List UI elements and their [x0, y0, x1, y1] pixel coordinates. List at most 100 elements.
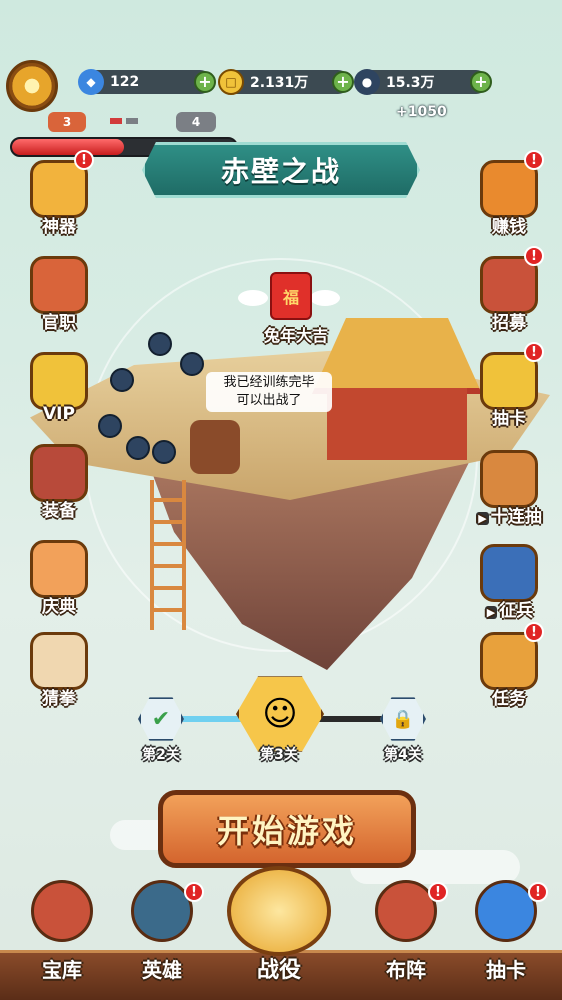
wing-right: [310, 290, 340, 306]
nav-tab-2[interactable]: 战役: [214, 866, 344, 1000]
settings-gear-icon[interactable]: [6, 60, 58, 112]
video-ad-icon: ▶: [476, 512, 489, 525]
event-red-envelope[interactable]: 福: [270, 272, 312, 320]
left-menu-label: 神器: [20, 212, 98, 237]
left-menu-text: 官职: [42, 313, 76, 333]
right-menu-label: 任务: [470, 684, 548, 709]
troops-value: 15.3万: [386, 75, 435, 91]
soldier-unit: [126, 436, 150, 460]
left-menu-item-2[interactable]: VIP: [20, 352, 98, 424]
wave-marker: [110, 118, 122, 124]
event-label[interactable]: 兔年大吉: [248, 322, 344, 346]
blue-gem-icon: ◆: [78, 69, 104, 95]
right-menu-text: 任务: [492, 689, 526, 709]
nav-tab-label: 宝库: [42, 958, 82, 982]
alert-badge: !: [528, 882, 548, 902]
right-menu-label: ▶ 十连抽: [470, 502, 548, 527]
left-menu-label: VIP: [20, 404, 98, 424]
left-menu-item-0[interactable]: 神器!: [20, 150, 98, 237]
right-menu-text: 抽卡: [492, 409, 526, 429]
right-menu-item-2[interactable]: 抽卡!: [470, 342, 548, 429]
left-menu-item-5[interactable]: 猜拳: [20, 632, 98, 709]
start-game-button[interactable]: 开始游戏: [158, 790, 416, 868]
nav-tab-3[interactable]: 布阵!: [358, 880, 454, 1000]
right-menu-item-4[interactable]: ▶ 征兵: [470, 544, 548, 621]
soldier-unit: [110, 368, 134, 392]
nav-tab-label: 抽卡: [486, 958, 526, 982]
right-menu-label: 赚钱: [470, 212, 548, 237]
add-coins-button[interactable]: +: [332, 71, 354, 93]
checkmark-icon: ✔: [151, 706, 171, 732]
left-menu-label: 官职: [20, 308, 98, 333]
gems-value: 122: [110, 74, 140, 90]
alert-badge: !: [184, 882, 204, 902]
right-menu-text: 征兵: [499, 601, 534, 621]
wing-left: [238, 290, 268, 306]
soldier-head-icon: ●: [354, 69, 380, 95]
video-ad-icon: ▶: [484, 606, 498, 619]
alert-badge: !: [524, 246, 544, 266]
alert-badge: !: [524, 342, 544, 362]
soldier-unit: [180, 352, 204, 376]
left-menu-label: 庆典: [20, 592, 98, 617]
treasure-bag-icon: [30, 540, 88, 598]
left-menu-label: 装备: [20, 496, 98, 521]
nav-tab-0[interactable]: 宝库: [14, 880, 110, 1000]
left-menu-text: 猜拳: [42, 689, 76, 709]
current-wave: 3: [48, 112, 86, 132]
level-label-3: 第3关: [260, 747, 298, 763]
alert-badge: !: [524, 622, 544, 642]
victory-hand-icon: [30, 632, 88, 690]
right-menu-item-5[interactable]: 任务!: [470, 622, 548, 709]
left-menu-text: 神器: [42, 217, 76, 237]
nav-tab-label: 战役: [256, 958, 301, 983]
nav-tab-label: 英雄: [142, 958, 182, 982]
gems-counter: ◆ 122 +: [78, 69, 216, 95]
left-menu-item-3[interactable]: 装备: [20, 444, 98, 521]
level-node-3[interactable]: ☺: [236, 676, 324, 752]
alert-badge: !: [524, 150, 544, 170]
right-menu-text: 十连抽: [490, 507, 542, 527]
treasure-chest-icon: [31, 880, 93, 942]
nav-tab-1[interactable]: 英雄!: [114, 880, 210, 1000]
war-horse-icon: [30, 444, 88, 502]
left-menu-text: VIP: [43, 404, 75, 424]
right-menu-label: 招募: [470, 308, 548, 333]
nav-tab-label: 布阵: [386, 958, 426, 982]
speech-line-1: 我已经训练完毕: [223, 375, 315, 390]
level-node-2[interactable]: ✔: [138, 697, 184, 741]
left-menu-item-1[interactable]: 官职: [20, 256, 98, 333]
troops-bonus: +1050: [396, 104, 447, 120]
general-on-horse[interactable]: [190, 420, 240, 474]
right-menu-item-3[interactable]: ▶ 十连抽: [470, 450, 548, 527]
blue-book-icon: [480, 544, 538, 602]
left-menu-item-4[interactable]: 庆典: [20, 540, 98, 617]
gold-coin-icon: □: [218, 69, 244, 95]
soldier-unit: [152, 440, 176, 464]
wave-progress-fill: [12, 139, 124, 155]
coins-counter: □ 2.131万 +: [218, 69, 354, 95]
left-menu-text: 装备: [42, 501, 76, 521]
right-menu-text: 赚钱: [492, 217, 526, 237]
envelope-text: 福: [282, 288, 299, 307]
speech-line-2: 可以出战了: [236, 393, 302, 408]
wave-marker: [126, 118, 138, 124]
soldier-unit: [98, 414, 122, 438]
level-label-4: 第4关: [384, 747, 422, 763]
add-gems-button[interactable]: +: [194, 71, 216, 93]
nav-tab-4[interactable]: 抽卡!: [458, 880, 554, 1000]
right-menu-label: ▶ 征兵: [470, 596, 548, 621]
building-wall: [327, 388, 467, 460]
scroll-seal-icon: [30, 256, 88, 314]
left-menu-label: 猜拳: [20, 684, 98, 709]
add-troops-button[interactable]: +: [470, 71, 492, 93]
right-menu-label: 抽卡: [470, 404, 548, 429]
general-portrait-icon: ☺: [262, 694, 298, 734]
battle-flag-icon: [227, 866, 331, 956]
level-node-4[interactable]: 🔒: [380, 697, 426, 741]
right-menu-item-0[interactable]: 赚钱!: [470, 150, 548, 237]
right-menu-item-1[interactable]: 招募!: [470, 246, 548, 333]
level-path-cleared: [182, 716, 242, 722]
soldier-unit: [148, 332, 172, 356]
ladder: [150, 480, 186, 630]
